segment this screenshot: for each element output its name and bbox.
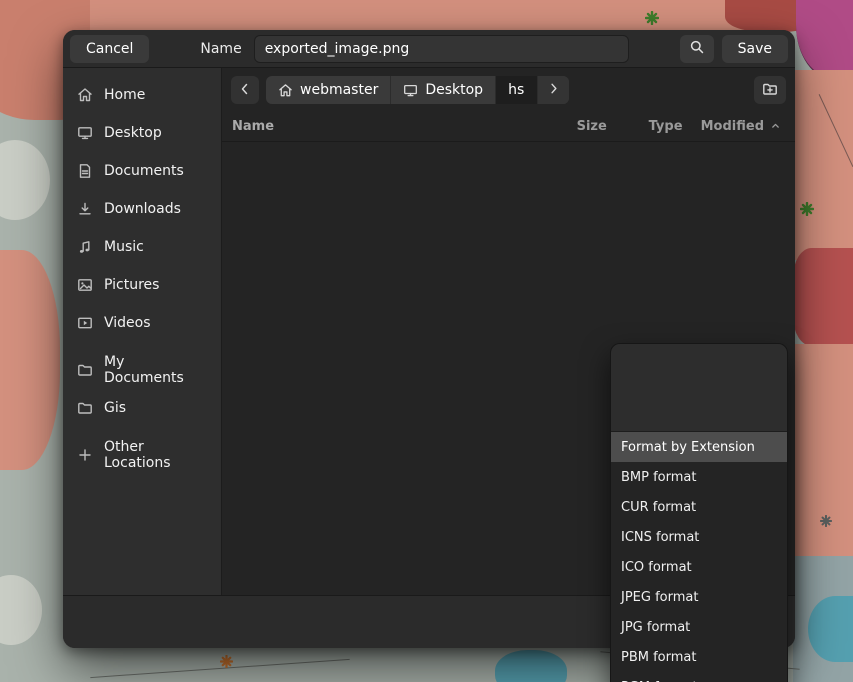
new-folder-button[interactable]	[754, 76, 786, 104]
places-sidebar: Home Desktop Documents Downloads Music	[63, 68, 222, 595]
chevron-left-icon	[237, 81, 253, 100]
menu-item-jpg[interactable]: JPG format	[611, 612, 787, 642]
menu-item-pbm[interactable]: PBM format	[611, 642, 787, 672]
desktop-icon	[403, 83, 418, 98]
menu-item-icns[interactable]: ICNS format	[611, 522, 787, 552]
forward-button[interactable]	[538, 76, 569, 104]
map-region	[793, 344, 853, 564]
save-button[interactable]: Save	[722, 35, 788, 63]
home-icon	[278, 83, 293, 98]
downloads-icon	[77, 201, 93, 217]
map-marker-star-orange	[220, 653, 233, 672]
menu-item-bmp[interactable]: BMP format	[611, 462, 787, 492]
sidebar-separator	[63, 342, 221, 351]
file-list-header: Name Size Type Modified	[222, 112, 795, 142]
pictures-icon	[77, 277, 93, 293]
chevron-right-icon	[546, 81, 561, 100]
caret-up-icon	[770, 119, 781, 134]
sidebar-item-label: Videos	[104, 315, 151, 331]
sidebar-item-label: Other Locations	[104, 439, 207, 471]
format-dropdown-menu: Format by Extension BMP format CUR forma…	[610, 343, 788, 682]
breadcrumb-label: webmaster	[300, 82, 378, 98]
menu-item-pgm[interactable]: PGM format	[611, 672, 787, 682]
folder-icon	[77, 400, 93, 416]
sidebar-item-gis[interactable]: Gis	[63, 389, 221, 427]
sidebar-separator	[63, 427, 221, 436]
sidebar-item-videos[interactable]: Videos	[63, 304, 221, 342]
breadcrumb-segment-desktop[interactable]: Desktop	[391, 76, 496, 104]
sidebar-item-label: Documents	[104, 163, 184, 179]
sidebar-item-label: Music	[104, 239, 144, 255]
screen: Cancel Name Save Home	[0, 0, 853, 682]
search-icon	[689, 39, 705, 59]
map-region	[793, 248, 853, 346]
search-button[interactable]	[680, 35, 714, 63]
sidebar-item-pictures[interactable]: Pictures	[63, 266, 221, 304]
map-region	[90, 0, 800, 30]
home-icon	[77, 87, 93, 103]
sidebar-item-label: My Documents	[104, 354, 207, 386]
breadcrumb-label: hs	[508, 82, 524, 98]
desktop-icon	[77, 125, 93, 141]
sidebar-item-music[interactable]: Music	[63, 228, 221, 266]
filename-input[interactable]	[254, 35, 629, 63]
menu-item-format-by-extension[interactable]: Format by Extension	[611, 432, 787, 462]
documents-icon	[77, 163, 93, 179]
sidebar-item-home[interactable]: Home	[63, 76, 221, 114]
sidebar-item-label: Pictures	[104, 277, 159, 293]
cancel-button[interactable]: Cancel	[70, 35, 149, 63]
menu-item-cur[interactable]: CUR format	[611, 492, 787, 522]
sidebar-item-desktop[interactable]: Desktop	[63, 114, 221, 152]
column-header-type[interactable]: Type	[649, 119, 701, 134]
sidebar-item-downloads[interactable]: Downloads	[63, 190, 221, 228]
menu-item-ico[interactable]: ICO format	[611, 552, 787, 582]
map-region	[796, 0, 853, 80]
headerbar: Cancel Name Save	[63, 30, 795, 68]
format-menu-top-area	[611, 344, 787, 432]
music-icon	[77, 239, 93, 255]
back-button[interactable]	[231, 76, 259, 104]
map-region	[793, 70, 853, 260]
map-region	[495, 650, 567, 682]
breadcrumb-segment-hs[interactable]: hs	[496, 76, 538, 104]
breadcrumb: webmaster Desktop hs	[266, 76, 569, 104]
menu-item-jpeg[interactable]: JPEG format	[611, 582, 787, 612]
headerbar-actions: Save	[680, 35, 788, 63]
map-boundary-line	[90, 659, 349, 678]
sidebar-item-label: Gis	[104, 400, 126, 416]
column-header-size[interactable]: Size	[577, 119, 649, 134]
folder-icon	[77, 362, 93, 378]
plus-icon	[77, 447, 93, 463]
column-header-label: Modified	[701, 119, 764, 134]
map-region	[0, 250, 60, 470]
column-header-modified[interactable]: Modified	[701, 119, 785, 134]
breadcrumb-label: Desktop	[425, 82, 483, 98]
breadcrumb-segment-webmaster[interactable]: webmaster	[266, 76, 391, 104]
map-region	[0, 575, 42, 645]
sidebar-item-other-locations[interactable]: Other Locations	[63, 436, 221, 474]
sidebar-item-documents[interactable]: Documents	[63, 152, 221, 190]
map-region	[0, 140, 50, 220]
pathbar: webmaster Desktop hs	[222, 68, 795, 112]
sidebar-item-label: Desktop	[104, 125, 162, 141]
name-label: Name	[200, 41, 241, 57]
sidebar-item-label: Downloads	[104, 201, 181, 217]
new-folder-icon	[762, 81, 778, 100]
filename-group: Name	[200, 35, 628, 63]
column-header-name[interactable]: Name	[232, 119, 577, 134]
sidebar-item-my-documents[interactable]: My Documents	[63, 351, 221, 389]
sidebar-item-label: Home	[104, 87, 145, 103]
videos-icon	[77, 315, 93, 331]
